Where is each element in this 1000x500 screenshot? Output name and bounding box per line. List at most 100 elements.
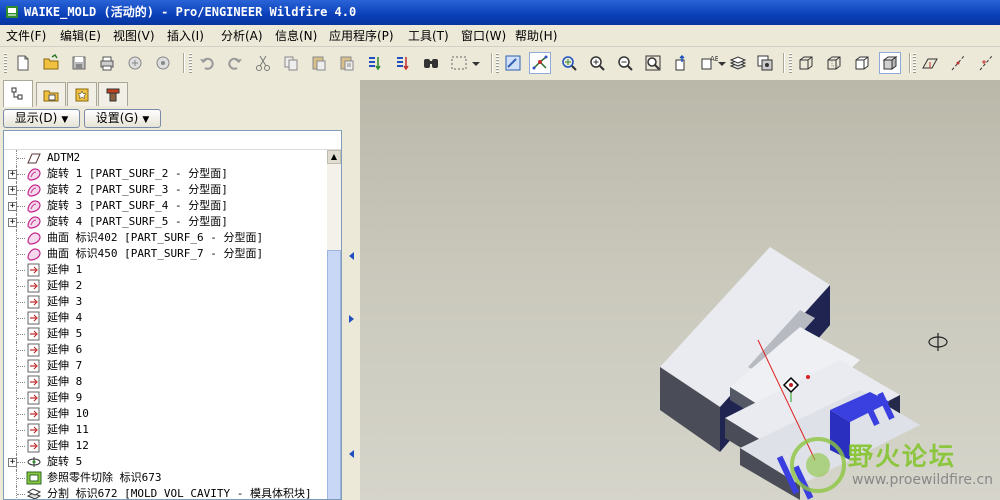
model-tree-scrollbar[interactable]: ▲ — [327, 150, 341, 499]
toolbar-grip[interactable] — [4, 53, 7, 73]
refit-icon[interactable] — [642, 52, 664, 74]
menu-help[interactable]: 帮助(H) — [515, 28, 557, 44]
redo-icon[interactable] — [224, 52, 246, 74]
save-icon[interactable] — [68, 52, 90, 74]
select-dropdown-arrow[interactable] — [470, 52, 482, 74]
tree-item[interactable]: 延伸 9 — [4, 390, 326, 406]
tree-item-label: 曲面 标识402 [PART_SURF_6 - 分型面] — [47, 231, 264, 244]
select-box-icon[interactable] — [448, 52, 470, 74]
layers-icon[interactable] — [727, 52, 749, 74]
surface-icon — [26, 231, 42, 245]
toolbar-grip[interactable] — [496, 53, 499, 73]
collapse-left-arrow[interactable] — [349, 252, 354, 260]
expand-right-arrow[interactable] — [349, 315, 354, 323]
wireframe-icon[interactable] — [795, 52, 817, 74]
print-icon[interactable] — [96, 52, 118, 74]
tree-item-label: 延伸 11 — [47, 423, 89, 436]
extend-icon — [26, 295, 42, 309]
email-link-icon[interactable] — [152, 52, 174, 74]
no-hidden-icon[interactable] — [851, 52, 873, 74]
toolbar-grip[interactable] — [189, 53, 192, 73]
paste-icon[interactable] — [308, 52, 330, 74]
tree-item-label: 延伸 7 — [47, 359, 83, 372]
find-icon[interactable] — [420, 52, 442, 74]
shading-icon[interactable] — [879, 52, 901, 74]
tree-item[interactable]: 延伸 6 — [4, 342, 326, 358]
scroll-thumb[interactable] — [327, 250, 341, 499]
navigator-pane: 显示(D) ▼ 设置(G) ▼ ADTM2 + 旋转 1 [PART_SURF_2 - … — [0, 80, 345, 500]
menu-file[interactable]: 文件(F) — [6, 28, 46, 44]
expand-toggle-icon[interactable]: + — [8, 218, 17, 227]
reorient-icon[interactable] — [670, 52, 692, 74]
tree-item[interactable]: 延伸 3 — [4, 294, 326, 310]
toolbar-grip[interactable] — [913, 53, 916, 73]
expand-toggle-icon[interactable]: + — [8, 458, 17, 467]
menu-window[interactable]: 窗口(W) — [461, 28, 506, 44]
settings-menu-button[interactable]: 设置(G) ▼ — [84, 109, 161, 128]
cut-icon[interactable] — [252, 52, 274, 74]
tree-item[interactable]: 延伸 7 — [4, 358, 326, 374]
regenerate-manager-icon[interactable] — [392, 52, 414, 74]
tree-item[interactable]: + 旋转 1 [PART_SURF_2 - 分型面] — [4, 166, 326, 182]
hidden-line-icon[interactable] — [823, 52, 845, 74]
menu-info[interactable]: 信息(N) — [275, 28, 317, 44]
expand-toggle-icon[interactable]: + — [8, 170, 17, 179]
extend-icon — [26, 263, 42, 277]
tree-item[interactable]: + 旋转 3 [PART_SURF_4 - 分型面] — [4, 198, 326, 214]
datum-point-icon[interactable] — [975, 52, 997, 74]
copy-icon[interactable] — [280, 52, 302, 74]
expand-toggle-icon[interactable]: + — [8, 202, 17, 211]
menu-view[interactable]: 视图(V) — [113, 28, 155, 44]
tree-item[interactable]: 曲面 标识450 [PART_SURF_7 - 分型面] — [4, 246, 326, 262]
menu-applications[interactable]: 应用程序(P) — [329, 28, 394, 44]
orient-mode-icon[interactable] — [558, 52, 580, 74]
undo-icon[interactable] — [196, 52, 218, 74]
open-folder-icon[interactable] — [40, 52, 62, 74]
tree-item[interactable]: 延伸 8 — [4, 374, 326, 390]
tree-item[interactable]: 延伸 10 — [4, 406, 326, 422]
menu-insert[interactable]: 插入(I) — [167, 28, 204, 44]
menu-edit[interactable]: 编辑(E) — [60, 28, 101, 44]
zoom-out-icon[interactable] — [614, 52, 636, 74]
tab-favorites[interactable] — [67, 82, 97, 106]
tree-item-label: 曲面 标识450 [PART_SURF_7 - 分型面] — [47, 247, 264, 260]
revolve-icon — [26, 455, 42, 469]
tab-model-tree[interactable] — [3, 80, 33, 107]
paste-special-icon[interactable] — [336, 52, 358, 74]
tree-item[interactable]: 延伸 12 — [4, 438, 326, 454]
tree-item[interactable]: + 旋转 2 [PART_SURF_3 - 分型面] — [4, 182, 326, 198]
scroll-up-arrow[interactable]: ▲ — [327, 150, 341, 164]
toolbar-grip[interactable] — [789, 53, 792, 73]
new-file-icon[interactable] — [12, 52, 34, 74]
collapse-left-arrow-lower[interactable] — [349, 450, 354, 458]
tree-item[interactable]: 分割 标识672 [MOLD_VOL_CAVITY - 模具体积块] — [4, 486, 326, 499]
tab-folder-browser[interactable] — [36, 82, 66, 106]
tree-item[interactable]: 延伸 1 — [4, 262, 326, 278]
spin-center-icon[interactable] — [529, 52, 551, 74]
zoom-in-icon[interactable] — [586, 52, 608, 74]
expand-toggle-icon[interactable]: + — [8, 186, 17, 195]
datum-plane-icon[interactable] — [919, 52, 941, 74]
menu-analysis[interactable]: 分析(A) — [221, 28, 263, 44]
tree-item[interactable]: 延伸 4 — [4, 310, 326, 326]
tree-item[interactable]: 延伸 2 — [4, 278, 326, 294]
tree-item[interactable]: + 旋转 5 — [4, 454, 326, 470]
toolbar-separator — [909, 53, 911, 73]
regenerate-icon[interactable] — [364, 52, 386, 74]
view-manager-icon[interactable] — [754, 52, 776, 74]
datum-axis-icon[interactable] — [947, 52, 969, 74]
pane-splitter[interactable] — [345, 80, 360, 500]
tree-item[interactable]: ADTM2 — [4, 150, 326, 166]
tree-connector — [17, 286, 25, 288]
repaint-icon[interactable] — [502, 52, 524, 74]
tree-item[interactable]: 参照零件切除 标识673 — [4, 470, 326, 486]
email-icon[interactable] — [124, 52, 146, 74]
tree-item[interactable]: 延伸 5 — [4, 326, 326, 342]
tree-item[interactable]: 曲面 标识402 [PART_SURF_6 - 分型面] — [4, 230, 326, 246]
tree-item[interactable]: + 旋转 4 [PART_SURF_5 - 分型面] — [4, 214, 326, 230]
menu-tools[interactable]: 工具(T) — [408, 28, 449, 44]
watermark-title: 野火论坛 — [848, 442, 957, 471]
tab-connections[interactable] — [98, 82, 128, 106]
tree-item[interactable]: 延伸 11 — [4, 422, 326, 438]
show-menu-button[interactable]: 显示(D) ▼ — [3, 109, 80, 128]
